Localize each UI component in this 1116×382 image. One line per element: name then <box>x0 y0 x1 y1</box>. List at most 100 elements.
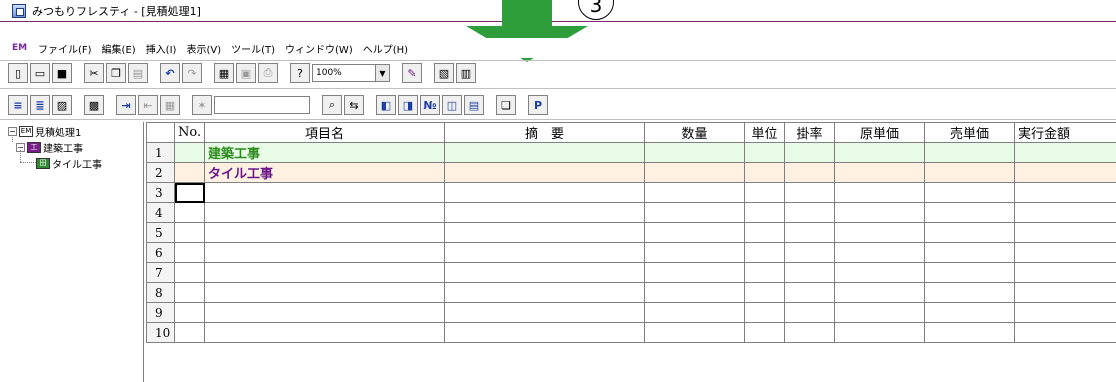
cost-price-cell[interactable] <box>834 262 925 283</box>
redo-icon[interactable]: ↷ <box>182 63 202 83</box>
group-icon[interactable]: ▩ <box>84 95 104 115</box>
undo-icon[interactable]: ↶ <box>160 63 180 83</box>
quantity-cell[interactable] <box>644 202 745 223</box>
remarks-cell[interactable] <box>444 162 645 183</box>
open-folder-icon[interactable]: ▭ <box>30 63 50 83</box>
remarks-cell[interactable] <box>444 322 645 343</box>
unit-cell[interactable] <box>744 242 785 263</box>
table-row[interactable]: 8 <box>146 282 1116 303</box>
row-number[interactable]: 3 <box>146 182 175 203</box>
column-header[interactable]: 項目名 <box>204 122 445 143</box>
amount-cell[interactable] <box>1014 322 1116 343</box>
corner-cell[interactable] <box>146 122 175 143</box>
remarks-cell[interactable] <box>444 182 645 203</box>
no-cell[interactable] <box>174 142 205 163</box>
quantity-cell[interactable] <box>644 302 745 323</box>
menu-view[interactable]: 表示(V) <box>186 41 221 56</box>
rate-cell[interactable] <box>784 162 835 183</box>
rate-cell[interactable] <box>784 282 835 303</box>
replace-icon[interactable]: ⇆ <box>344 95 364 115</box>
column-header[interactable]: 売単価 <box>924 122 1015 143</box>
quantity-cell[interactable] <box>644 222 745 243</box>
row-number[interactable]: 7 <box>146 262 175 283</box>
sell-price-cell[interactable] <box>924 202 1015 223</box>
view-list-icon[interactable]: ▥ <box>456 63 476 83</box>
print-preview-icon[interactable]: ▦ <box>214 63 234 83</box>
align-lines-icon[interactable]: ≡ <box>8 95 28 115</box>
cost-price-cell[interactable] <box>834 322 925 343</box>
rate-cell[interactable] <box>784 262 835 283</box>
sell-price-cell[interactable] <box>924 222 1015 243</box>
sell-price-cell[interactable] <box>924 322 1015 343</box>
sell-price-cell[interactable] <box>924 182 1015 203</box>
print-icon[interactable]: ⎙ <box>258 63 278 83</box>
unit-cell[interactable] <box>744 162 785 183</box>
item-name-cell[interactable] <box>204 302 445 323</box>
quantity-cell[interactable] <box>644 182 745 203</box>
unit-cell[interactable] <box>744 182 785 203</box>
rate-cell[interactable] <box>784 142 835 163</box>
no-cell[interactable] <box>174 322 205 343</box>
sell-price-cell[interactable] <box>924 282 1015 303</box>
row-number[interactable]: 5 <box>146 222 175 243</box>
new-file-icon[interactable]: ▯ <box>8 63 28 83</box>
unit-cell[interactable] <box>744 202 785 223</box>
row-number[interactable]: 4 <box>146 202 175 223</box>
row-number[interactable]: 8 <box>146 282 175 303</box>
unit-cell[interactable] <box>744 262 785 283</box>
column-header[interactable]: 掛率 <box>784 122 835 143</box>
sell-price-cell[interactable] <box>924 142 1015 163</box>
wand-icon[interactable]: ✶ <box>192 95 212 115</box>
paste-icon[interactable]: ▤ <box>128 63 148 83</box>
quantity-cell[interactable] <box>644 322 745 343</box>
no-cell[interactable] <box>174 242 205 263</box>
rate-cell[interactable] <box>784 222 835 243</box>
edit-cell-icon[interactable]: ▨ <box>52 95 72 115</box>
cost-price-cell[interactable] <box>834 182 925 203</box>
help-icon[interactable]: ? <box>290 63 310 83</box>
brush-icon[interactable]: ✎ <box>402 63 422 83</box>
unit-cell[interactable] <box>744 282 785 303</box>
amount-cell[interactable] <box>1014 242 1116 263</box>
quantity-cell[interactable] <box>644 142 745 163</box>
amount-cell[interactable] <box>1014 262 1116 283</box>
amount-cell[interactable] <box>1014 142 1116 163</box>
amount-cell[interactable] <box>1014 202 1116 223</box>
search-input[interactable] <box>214 96 310 114</box>
rate-cell[interactable] <box>784 242 835 263</box>
rate-cell[interactable] <box>784 302 835 323</box>
number-icon[interactable]: № <box>420 95 440 115</box>
cost-price-cell[interactable] <box>834 222 925 243</box>
remarks-cell[interactable] <box>444 242 645 263</box>
zoom-select[interactable]: 100% ▼ <box>312 64 390 82</box>
remarks-cell[interactable] <box>444 142 645 163</box>
rate-cell[interactable] <box>784 322 835 343</box>
menu-help[interactable]: ヘルプ(H) <box>363 41 408 56</box>
remarks-cell[interactable] <box>444 202 645 223</box>
row-number[interactable]: 2 <box>146 162 175 183</box>
amount-cell[interactable] <box>1014 182 1116 203</box>
page-setup-icon[interactable]: ▣ <box>236 63 256 83</box>
table-row[interactable]: 6 <box>146 242 1116 263</box>
column-header[interactable]: 原単価 <box>834 122 925 143</box>
quantity-cell[interactable] <box>644 242 745 263</box>
collapse-icon[interactable]: − <box>8 127 17 136</box>
find-icon[interactable]: ⌕ <box>322 95 342 115</box>
no-cell[interactable] <box>174 262 205 283</box>
column-header[interactable]: 実行金額 <box>1014 122 1116 143</box>
outdent-icon[interactable]: ⇤ <box>138 95 158 115</box>
table-row[interactable]: 5 <box>146 222 1116 243</box>
sell-price-cell[interactable] <box>924 162 1015 183</box>
item-name-cell[interactable]: タイル工事 <box>204 162 445 183</box>
item-name-cell[interactable] <box>204 262 445 283</box>
tree-node-grandchild[interactable]: 田 タイル工事 <box>36 156 102 171</box>
cost-price-cell[interactable] <box>834 142 925 163</box>
tree-node-root[interactable]: − EM 見積処理1 <box>8 124 81 139</box>
chevron-down-icon[interactable]: ▼ <box>375 65 389 81</box>
first-page-icon[interactable]: ◧ <box>376 95 396 115</box>
menu-insert[interactable]: 挿入(I) <box>146 41 177 56</box>
split-icon[interactable]: ◫ <box>442 95 462 115</box>
amount-cell[interactable] <box>1014 282 1116 303</box>
quantity-cell[interactable] <box>644 262 745 283</box>
column-header[interactable]: 単位 <box>744 122 785 143</box>
